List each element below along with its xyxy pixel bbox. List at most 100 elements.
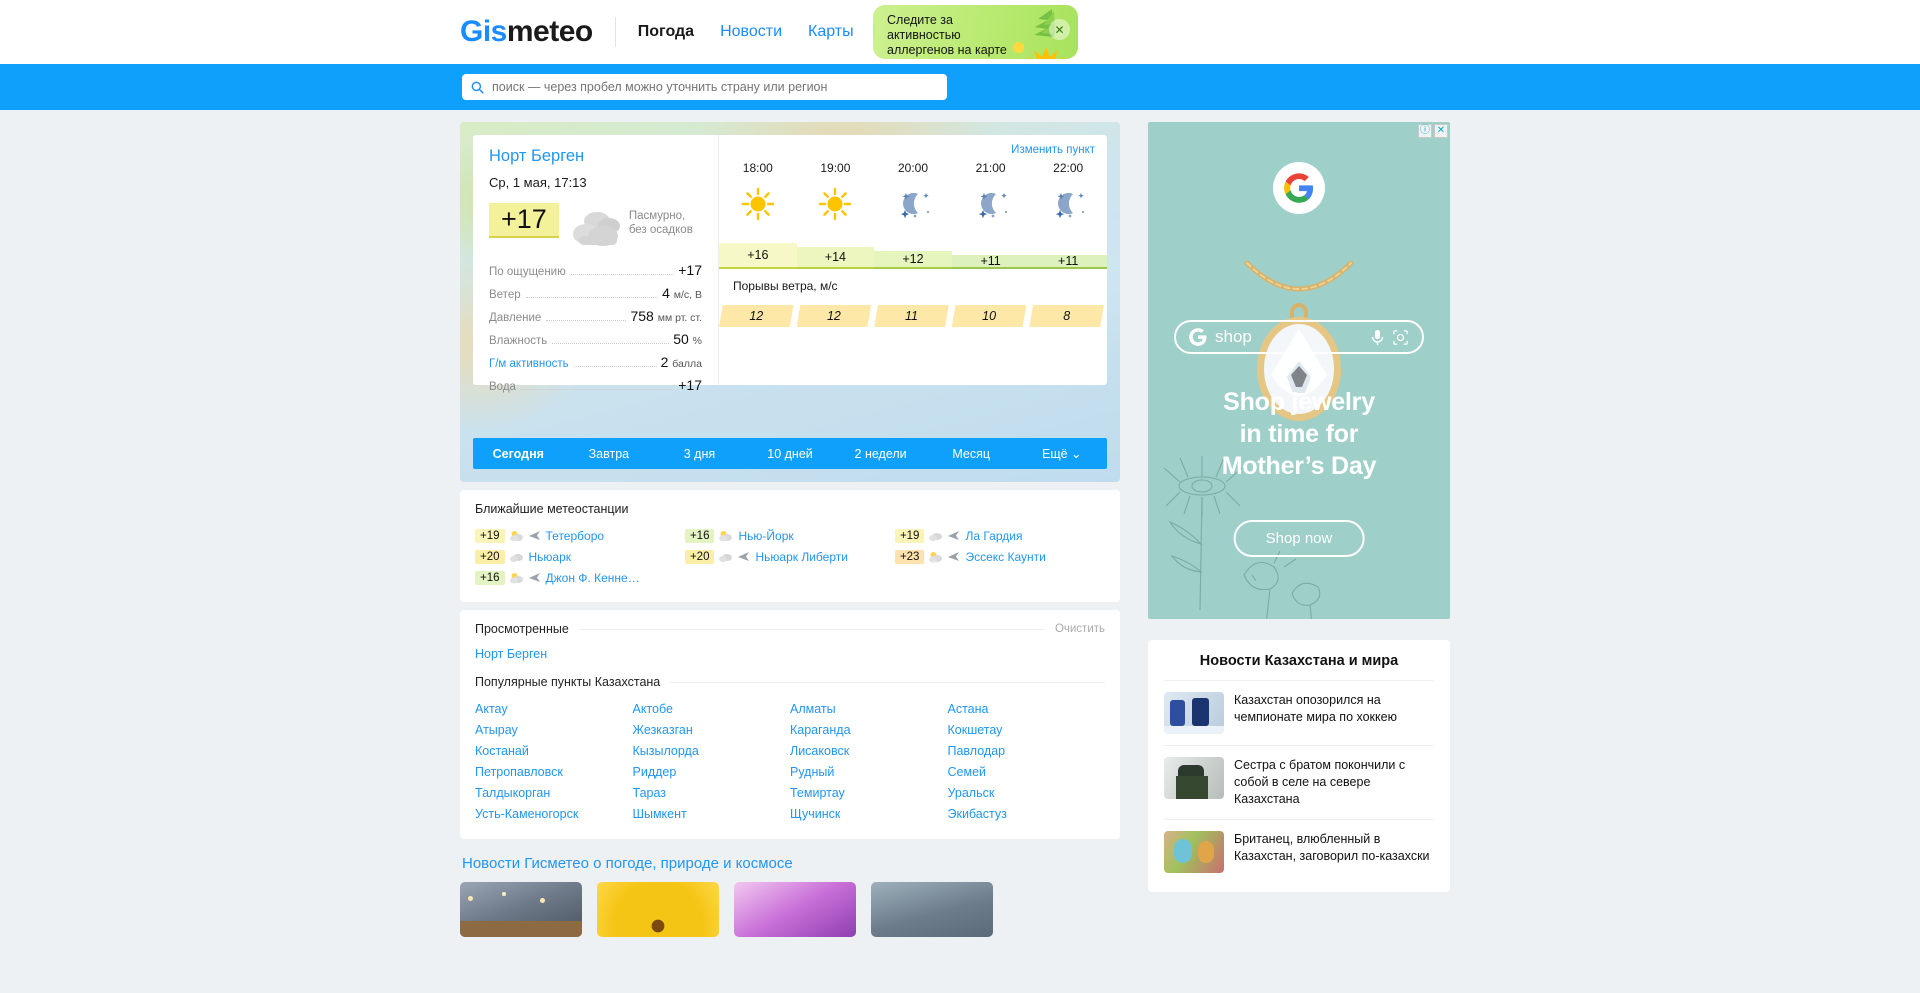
bottom-news-title[interactable]: Новости Гисметео о погоде, природе и кос… [462,855,1120,872]
yellow-flower-thumb[interactable] [597,882,719,937]
popular-city[interactable]: Усть-Каменогорск [475,804,633,825]
popular-city[interactable]: Жезказган [633,720,791,741]
detail-label[interactable]: Г/м активность [489,358,569,370]
dot-leader [525,297,659,298]
popular-city[interactable]: Астана [948,699,1106,720]
station-name[interactable]: Нью-Йорк [738,529,793,543]
clear-viewed-button[interactable]: Очистить [1055,623,1105,635]
tab-2weeks[interactable]: 2 недели [835,447,926,461]
detail-row-geomagnetic[interactable]: Г/м активность 2 балла [489,354,702,377]
sidebar-news-item[interactable]: Британец, влюбленный в Казахстан, загово… [1164,819,1434,884]
weather-card: Норт Берген Ср, 1 мая, 17:13 +17 Пасмурн… [460,122,1120,482]
change-location-link[interactable]: Изменить пункт [1011,144,1095,156]
moon-stars-icon [874,185,952,223]
hour-time: 21:00 [975,161,1006,175]
face-paint-thumb[interactable] [1164,831,1224,873]
popular-city[interactable]: Кокшетау [948,720,1106,741]
popular-city[interactable]: Павлодар [948,741,1106,762]
station-item[interactable]: +20 Ньюарк Либерти [684,546,895,567]
station-name[interactable]: Эссекс Каунти [965,550,1045,564]
search-box[interactable] [462,74,947,100]
camera-lens-icon[interactable] [1392,329,1409,346]
popular-city[interactable]: Актау [475,699,633,720]
popular-city[interactable]: Петропавловск [475,762,633,783]
popular-city[interactable]: Уральск [948,783,1106,804]
ad-headline-line: Mother’s Day [1221,452,1377,480]
logo-meteo-part: meteo [506,15,593,48]
station-name[interactable]: Тетерборо [546,529,605,543]
popular-city[interactable]: Атырау [475,720,633,741]
detail-label: Ветер [489,289,521,301]
sidebar-news-text[interactable]: Сестра с братом покончили с собой в селе… [1234,757,1434,808]
city-name[interactable]: Норт Берген [489,147,702,166]
advertisement[interactable]: ⓘ ✕ shop Shop jewelry in time for Mother… [1148,122,1450,619]
sidebar-news-item[interactable]: Сестра с братом покончили с собой в селе… [1164,745,1434,819]
tab-today[interactable]: Сегодня [473,447,564,461]
allergen-tooltip[interactable]: Следите за активностью аллергенов на кар… [873,5,1078,59]
popular-city[interactable]: Щучинск [790,804,948,825]
station-name[interactable]: Ньюарк [529,550,572,564]
close-icon[interactable]: ✕ [1049,19,1070,40]
popular-city[interactable]: Алматы [790,699,948,720]
tab-10days[interactable]: 10 дней [745,447,836,461]
station-item[interactable]: +20 Ньюарк [475,546,685,567]
purple-blossom-thumb[interactable] [734,882,856,937]
search-input[interactable] [492,80,938,94]
sidebar-news-item[interactable]: Казахстан опозорился на чемпионате мира … [1164,680,1434,745]
microphone-icon[interactable] [1371,329,1384,346]
tab-more-label: Ещё [1041,447,1068,461]
detail-rows: По ощущению +17 Ветер 4 м/с, В Давление [489,262,702,400]
gismeteo-logo[interactable]: Gismeteo [460,17,593,47]
sidebar-news-text[interactable]: Британец, влюбленный в Казахстан, загово… [1234,831,1434,873]
popular-city[interactable]: Кызылорда [633,741,791,762]
police-thumb[interactable] [1164,757,1224,799]
popular-city[interactable]: Шымкент [633,804,791,825]
popular-city[interactable]: Актобе [633,699,791,720]
sidebar-news-text[interactable]: Казахстан опозорился на чемпионате мира … [1234,692,1434,734]
popular-city[interactable]: Костанай [475,741,633,762]
tab-tomorrow[interactable]: Завтра [564,447,655,461]
tab-more[interactable]: Ещё ⌄ [1016,446,1107,461]
station-item[interactable]: +23 Эссекс Каунти [894,546,1105,567]
tab-3days[interactable]: 3 дня [654,447,745,461]
popular-city[interactable]: Лисаковск [790,741,948,762]
station-item[interactable]: +16 Нью-Йорк [684,525,895,546]
ad-search-bar[interactable]: shop [1174,320,1424,354]
hour-column: 20:00 [874,161,952,223]
city-night-thumb[interactable] [460,882,582,937]
main-nav: Погода Новости Карты [638,23,854,41]
station-name[interactable]: Ла Гардия [965,529,1022,543]
temperature-bar: +12 [874,251,952,269]
station-name[interactable]: Джон Ф. Кенне… [546,571,640,585]
popular-city[interactable]: Темиртау [790,783,948,804]
popular-city[interactable]: Риддер [633,762,791,783]
station-name[interactable]: Ньюарк Либерти [755,550,847,564]
tab-month[interactable]: Месяц [926,447,1017,461]
close-icon[interactable]: ✕ [1434,124,1448,138]
popular-city[interactable]: Талдыкорган [475,783,633,804]
nav-item-weather[interactable]: Погода [638,23,694,41]
plane-icon [528,573,540,582]
sunrise-icon [1027,47,1065,59]
nav-item-news[interactable]: Новости [720,23,782,41]
shop-now-button[interactable]: Shop now [1233,520,1365,557]
station-item[interactable]: +19 Ла Гардия [894,525,1105,546]
popular-city[interactable]: Караганда [790,720,948,741]
info-icon[interactable]: ⓘ [1418,124,1432,138]
logo-gis-part: Gis [460,15,507,48]
ad-controls: ⓘ ✕ [1418,124,1448,138]
popular-city[interactable]: Рудный [790,762,948,783]
station-item[interactable]: +19 Тетерборо [475,525,685,546]
temperature-bar: +14 [796,247,875,269]
tooltip-text: Следите за активностью аллергенов на кар… [887,13,1007,57]
station-item[interactable]: +16 Джон Ф. Кенне… [475,567,685,588]
viewed-item[interactable]: Норт Берген [475,647,1105,661]
storm-cloud-thumb[interactable] [871,882,993,937]
detail-value: 50 [673,331,689,347]
popular-city[interactable]: Семей [948,762,1106,783]
detail-value: 758 [630,308,654,324]
popular-city[interactable]: Экибастуз [948,804,1106,825]
nav-item-maps[interactable]: Карты [808,23,854,41]
hockey-thumb[interactable] [1164,692,1224,734]
popular-city[interactable]: Тараз [633,783,791,804]
